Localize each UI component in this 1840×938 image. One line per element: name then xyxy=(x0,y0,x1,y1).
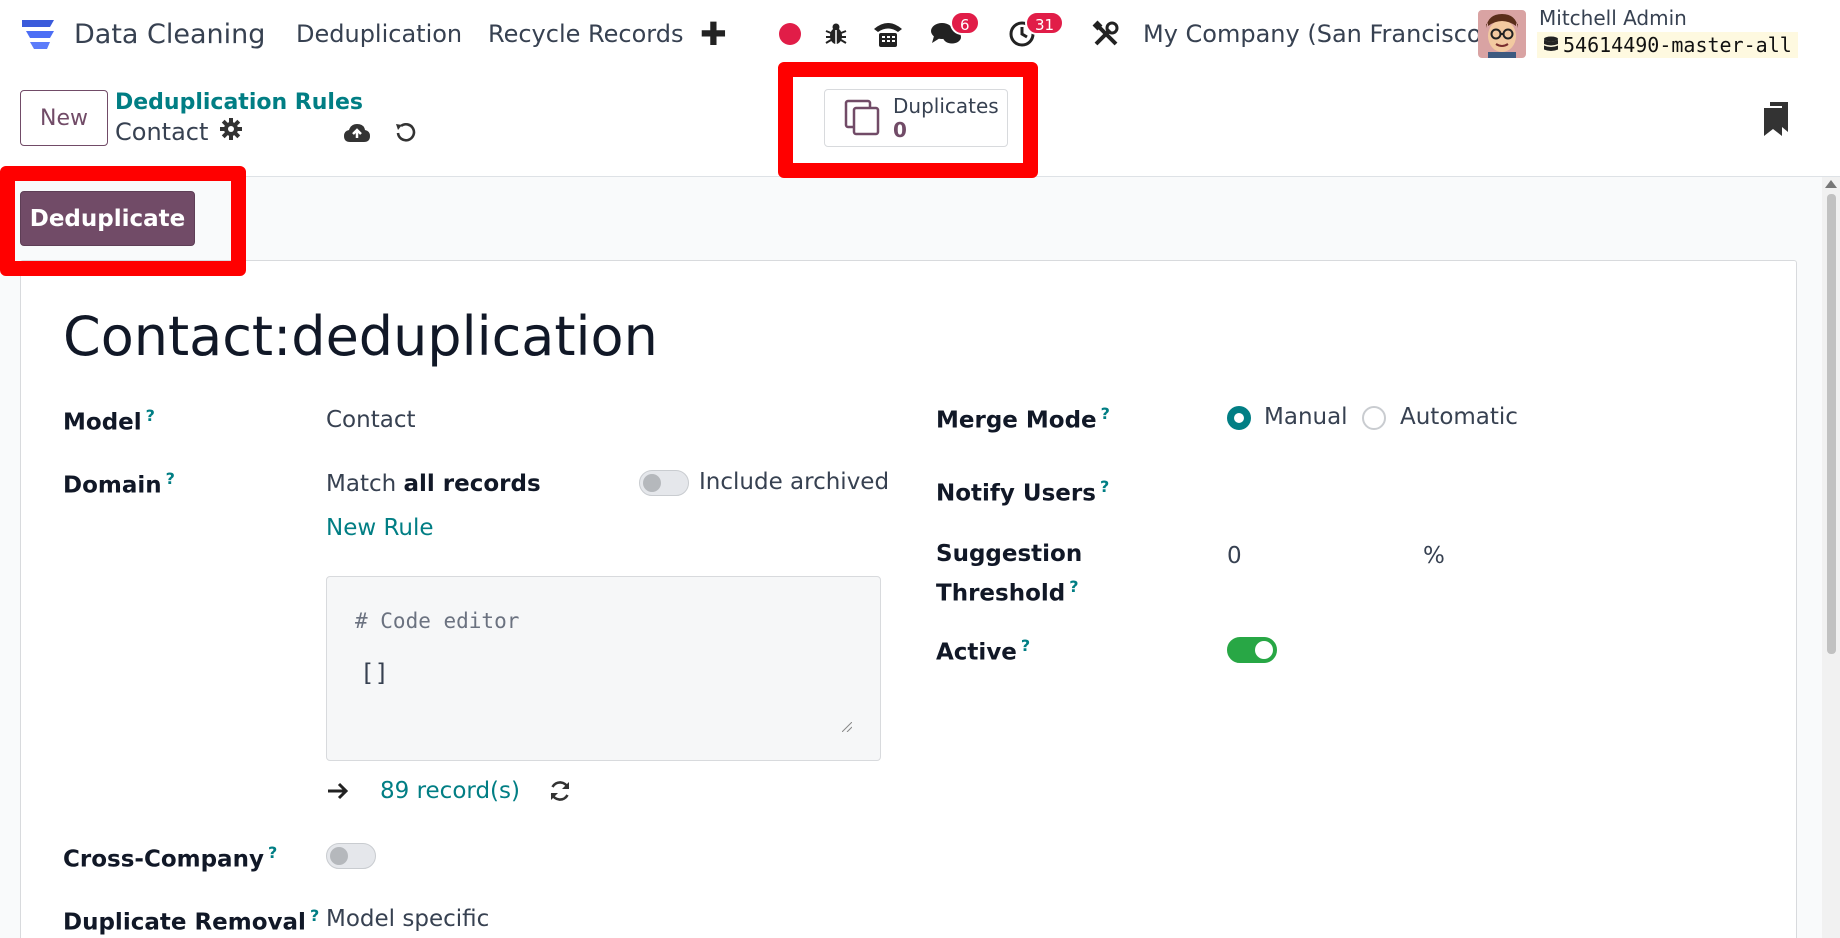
suggestion-threshold-unit: % xyxy=(1423,543,1445,569)
database-name: 54614490-master-all xyxy=(1537,32,1798,58)
activities-badge: 31 xyxy=(1025,11,1065,35)
app-logo-icon[interactable] xyxy=(20,18,58,52)
domain-help[interactable]: ? xyxy=(166,469,175,488)
breadcrumb-current-label: Contact xyxy=(115,118,209,146)
record-icon[interactable] xyxy=(772,16,808,52)
scroll-up-arrow[interactable] xyxy=(1825,180,1837,188)
merge-mode-manual-label[interactable]: Manual xyxy=(1264,404,1348,430)
suggestion-threshold-label-text: Threshold xyxy=(936,580,1066,607)
tools-icon[interactable] xyxy=(1088,16,1124,52)
cross-company-toggle[interactable] xyxy=(326,843,376,869)
database-name-text: 54614490-master-all xyxy=(1563,33,1792,57)
active-label: Active? xyxy=(936,636,1030,666)
user-name[interactable]: Mitchell Admin xyxy=(1539,6,1687,30)
notify-users-help[interactable]: ? xyxy=(1100,477,1109,496)
domain-label: Domain? xyxy=(63,469,175,499)
notify-users-label-text: Notify Users xyxy=(936,480,1096,507)
model-label: Model? xyxy=(63,406,155,436)
code-editor[interactable]: # Code editor [] xyxy=(326,576,881,761)
top-navbar: Data Cleaning Deduplication Recycle Reco… xyxy=(0,0,1840,68)
gear-icon[interactable] xyxy=(220,118,243,146)
duplicate-removal-label: Duplicate Removal? xyxy=(63,906,319,936)
new-rule-link[interactable]: New Rule xyxy=(326,515,434,541)
merge-mode-label: Merge Mode? xyxy=(936,404,1110,434)
suggestion-threshold-label-line1: Suggestion xyxy=(936,541,1083,567)
domain-label-text: Domain xyxy=(63,472,162,499)
domain-match-prefix: Match xyxy=(326,471,397,497)
cross-company-help[interactable]: ? xyxy=(268,843,277,862)
active-toggle[interactable] xyxy=(1227,637,1277,663)
messages-badge: 6 xyxy=(950,11,980,35)
duplicate-removal-label-text: Duplicate Removal xyxy=(63,909,306,936)
toggle-knob xyxy=(1255,641,1273,659)
cross-company-label: Cross-Company? xyxy=(63,843,277,873)
merge-mode-label-text: Merge Mode xyxy=(936,407,1097,434)
suggestion-threshold-help[interactable]: ? xyxy=(1069,577,1078,596)
active-help[interactable]: ? xyxy=(1021,636,1030,655)
scrollbar-thumb[interactable] xyxy=(1827,194,1836,654)
suggestion-threshold-label-line2: Threshold? xyxy=(936,577,1079,607)
active-label-text: Active xyxy=(936,639,1017,666)
notify-users-field[interactable] xyxy=(1227,474,1787,508)
plus-icon[interactable]: ✚ xyxy=(700,14,727,54)
breadcrumb-parent[interactable]: Deduplication Rules xyxy=(115,90,363,115)
merge-mode-automatic-label[interactable]: Automatic xyxy=(1400,404,1518,430)
toggle-knob xyxy=(643,474,661,492)
app-name[interactable]: Data Cleaning xyxy=(74,14,265,54)
model-value: Contact xyxy=(326,407,416,433)
merge-mode-manual-radio[interactable] xyxy=(1227,406,1251,430)
highlight-box-deduplicate xyxy=(0,166,246,276)
model-help[interactable]: ? xyxy=(146,406,155,425)
include-archived-label[interactable]: Include archived xyxy=(699,469,889,495)
refresh-icon[interactable] xyxy=(548,779,574,805)
code-editor-value[interactable]: [] xyxy=(360,659,389,687)
arrow-right-icon xyxy=(326,780,352,806)
company-switcher[interactable]: My Company (San Francisco) xyxy=(1143,16,1491,52)
cloud-upload-icon[interactable] xyxy=(342,118,372,148)
duplicate-removal-help[interactable]: ? xyxy=(310,906,319,925)
record-title: Contact:deduplication xyxy=(63,305,658,368)
cross-company-label-text: Cross-Company xyxy=(63,846,264,873)
notify-users-label: Notify Users? xyxy=(936,477,1109,507)
merge-mode-help[interactable]: ? xyxy=(1101,404,1110,423)
suggestion-threshold-value[interactable]: 0 xyxy=(1227,543,1242,569)
breadcrumb-current: Contact xyxy=(115,118,243,146)
new-button[interactable]: New xyxy=(20,90,108,146)
menu-recycle-records[interactable]: Recycle Records xyxy=(488,16,683,52)
bookmark-icon[interactable] xyxy=(1764,102,1788,136)
menu-deduplication[interactable]: Deduplication xyxy=(296,16,462,52)
database-icon xyxy=(1544,36,1558,51)
toggle-knob xyxy=(330,847,348,865)
bug-icon[interactable] xyxy=(818,16,854,52)
records-count-link[interactable]: 89 record(s) xyxy=(380,778,520,804)
include-archived-toggle[interactable] xyxy=(639,470,689,496)
avatar[interactable] xyxy=(1478,10,1526,58)
undo-icon[interactable] xyxy=(390,118,420,148)
duplicate-removal-value[interactable]: Model specific xyxy=(326,906,489,932)
domain-match-value: all records xyxy=(403,471,541,497)
model-label-text: Model xyxy=(63,409,142,436)
code-editor-comment: # Code editor xyxy=(355,609,520,633)
resize-handle-icon[interactable] xyxy=(842,722,852,732)
highlight-box-duplicates xyxy=(778,62,1038,178)
domain-match: Match all records xyxy=(326,471,541,497)
phone-icon[interactable] xyxy=(870,16,906,52)
merge-mode-automatic-radio[interactable] xyxy=(1362,406,1386,430)
